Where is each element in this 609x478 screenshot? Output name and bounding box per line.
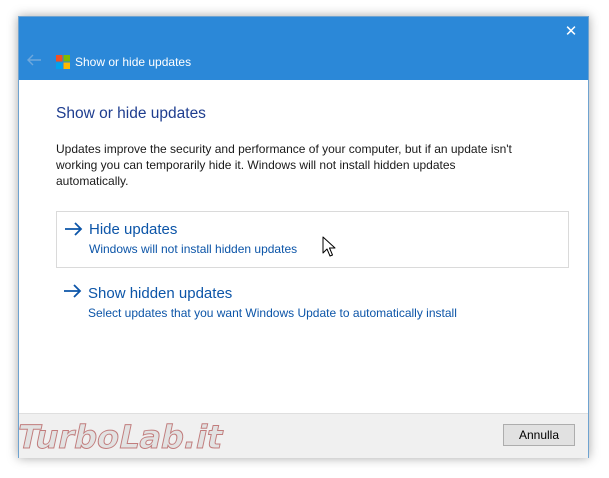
page-description: Updates improve the security and perform… xyxy=(56,142,512,188)
troubleshooter-window: ✕ Show or hide updates Show or hide upda… xyxy=(18,16,589,458)
page-heading: Show or hide updates xyxy=(56,105,206,122)
arrow-right-icon xyxy=(64,284,82,298)
svg-text:TurboLab.it: TurboLab.it xyxy=(14,418,226,456)
mouse-pointer-icon xyxy=(322,236,336,257)
title-bar: ✕ Show or hide updates xyxy=(19,17,588,80)
arrow-right-icon xyxy=(65,222,83,236)
windows-logo-icon xyxy=(56,55,70,69)
option-subtitle: Windows will not install hidden updates xyxy=(89,242,298,256)
cancel-button[interactable]: Annulla xyxy=(503,424,575,446)
close-icon: ✕ xyxy=(564,23,578,40)
turbolab-watermark-logo: TurboLab.it xyxy=(13,418,226,457)
close-button[interactable]: ✕ xyxy=(560,21,582,43)
option-subtitle: Select updates that you want Windows Upd… xyxy=(88,306,457,320)
option-title: Hide updates xyxy=(89,221,178,238)
back-arrow-icon[interactable] xyxy=(25,51,43,69)
window-title: Show or hide updates xyxy=(75,55,192,69)
show-hidden-updates-option[interactable]: Show hidden updates Select updates that … xyxy=(56,274,567,329)
hide-updates-option[interactable]: Hide updates Windows will not install hi… xyxy=(56,211,569,268)
option-title: Show hidden updates xyxy=(88,285,233,302)
